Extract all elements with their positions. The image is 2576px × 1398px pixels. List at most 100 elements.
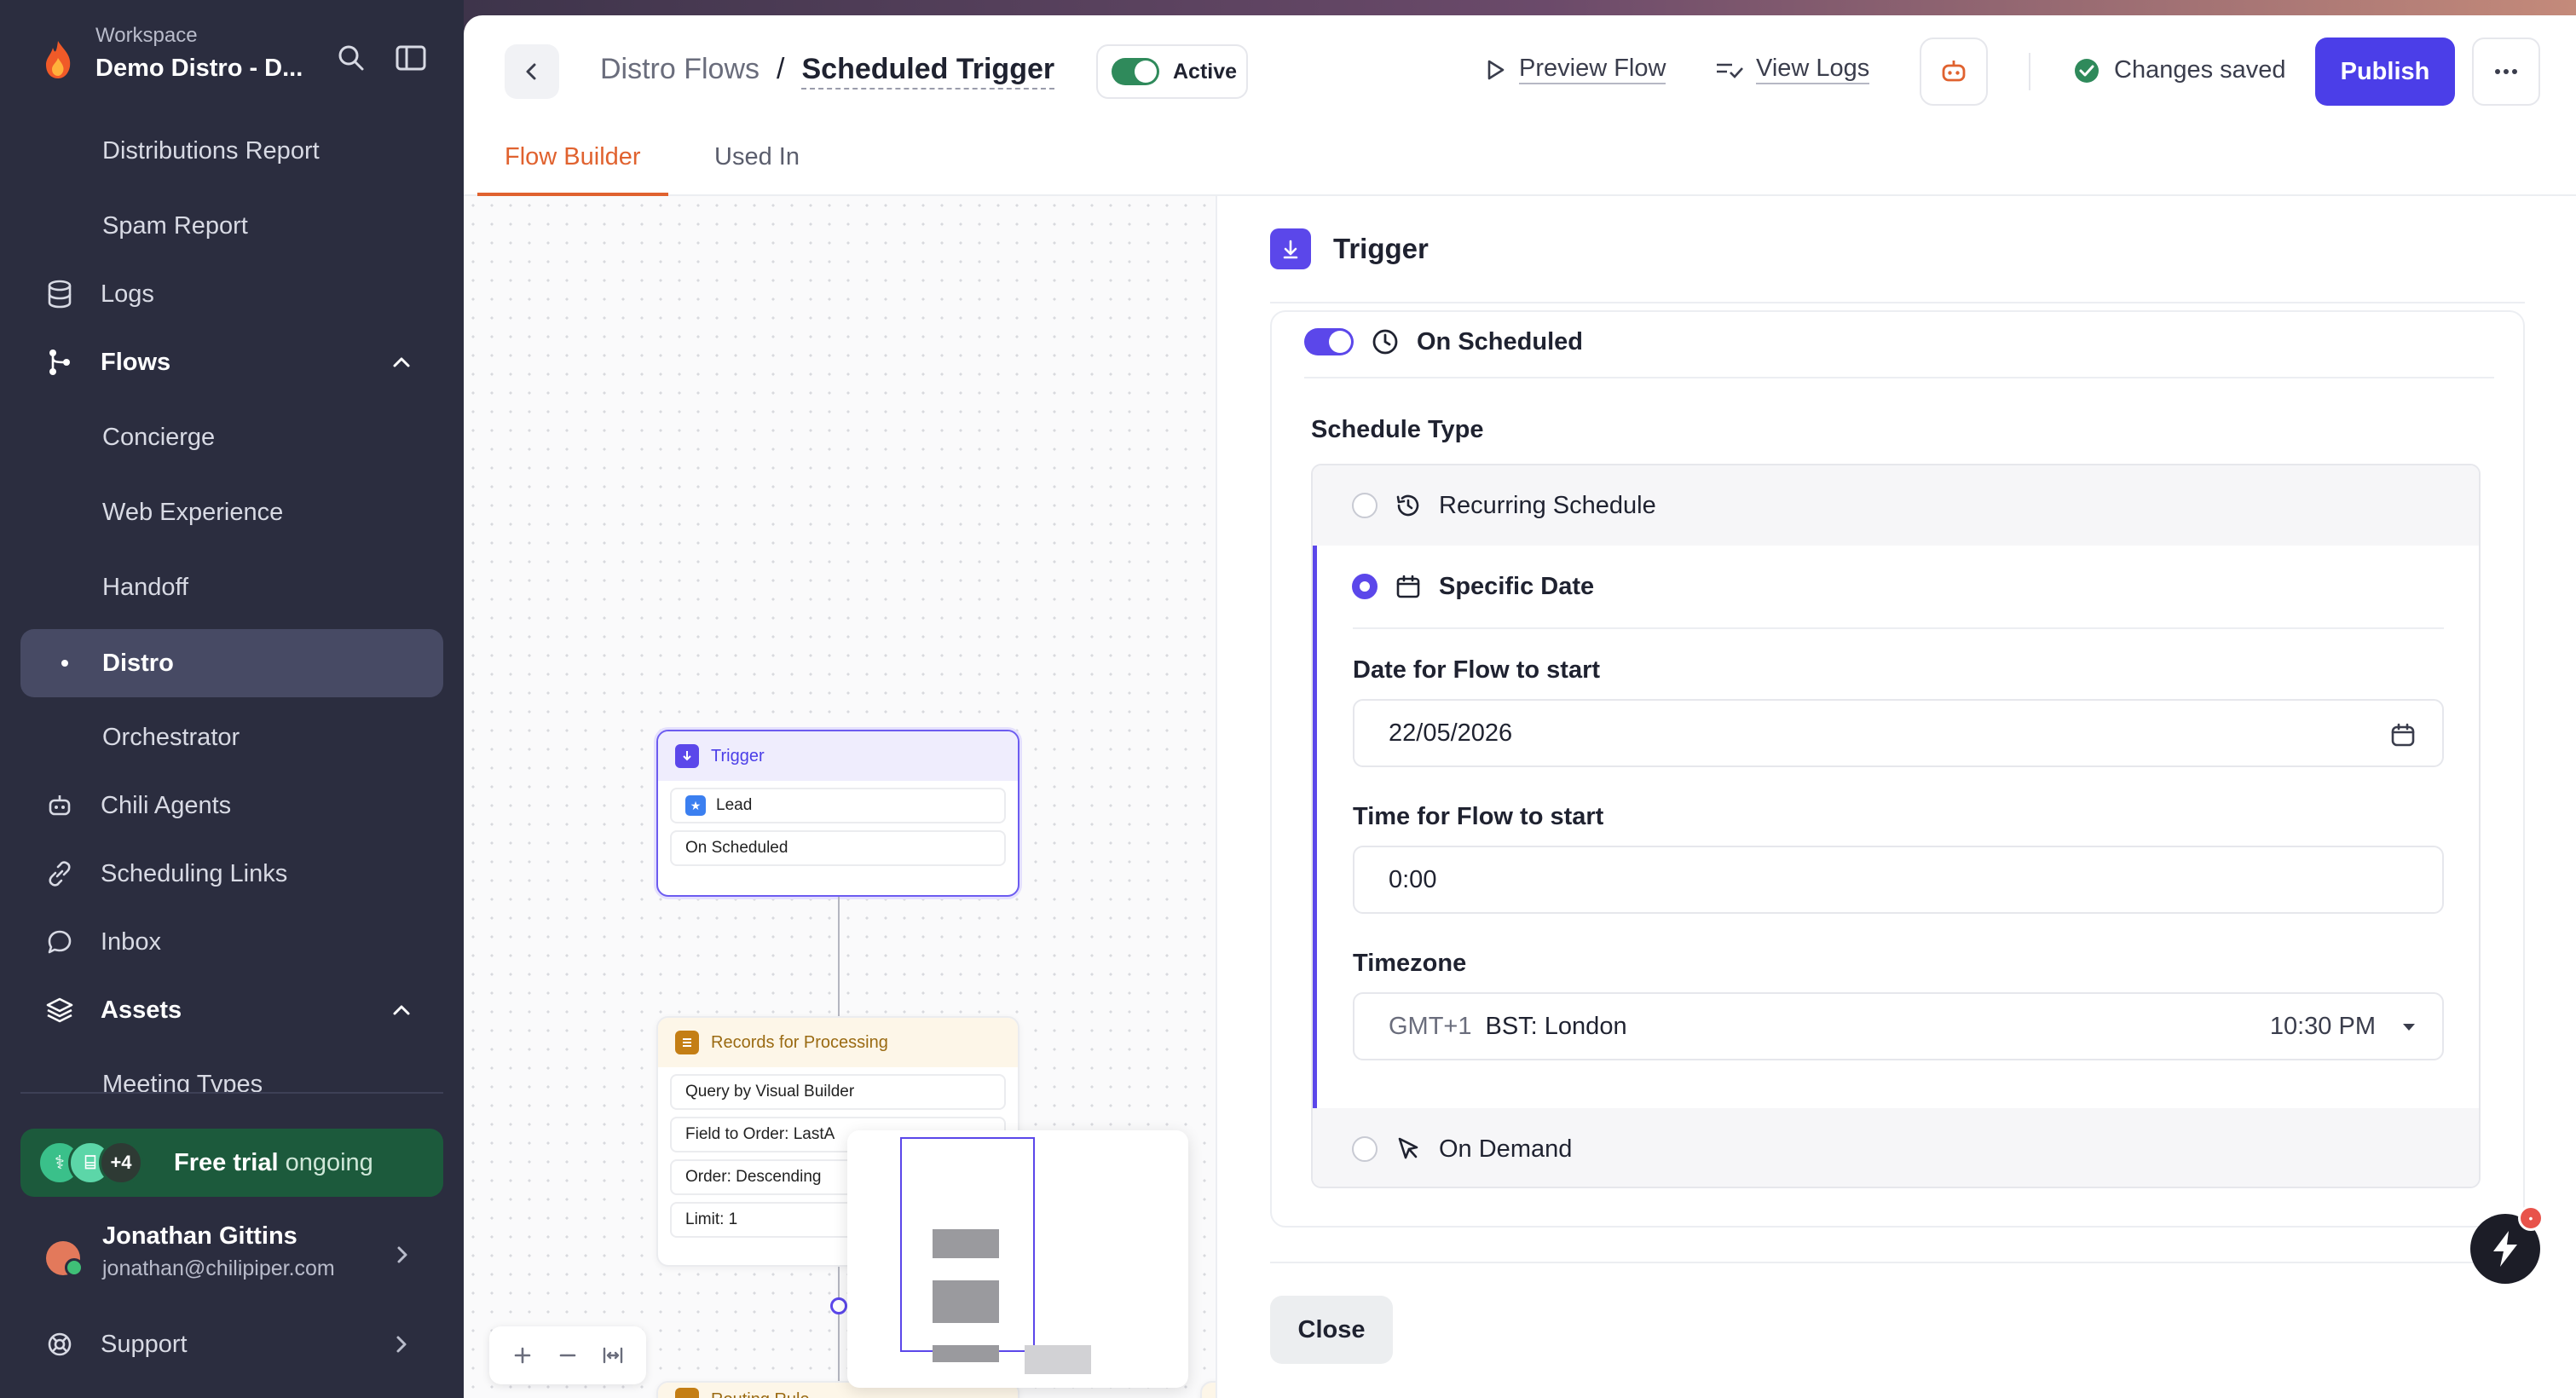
preview-flow-label: Preview Flow xyxy=(1519,55,1666,84)
sidebar-item-inbox[interactable]: Inbox xyxy=(20,909,443,975)
sidebar-toggle-icon[interactable] xyxy=(394,43,428,73)
sidebar-item-chili-agents[interactable]: Chili Agents xyxy=(20,772,443,839)
sidebar-item-label: Assets xyxy=(101,996,182,1024)
view-logs-label: View Logs xyxy=(1756,55,1870,84)
sidebar-item-support[interactable]: Support xyxy=(20,1311,443,1378)
list-check-icon xyxy=(1717,63,1743,78)
node-title: Records for Processing xyxy=(711,1032,888,1052)
sidebar-item-meeting-types[interactable]: Meeting Types xyxy=(20,1052,443,1093)
sidebar-item-distro[interactable]: Distro xyxy=(20,629,443,697)
node-row-label: Lead xyxy=(716,796,753,814)
option-specific-date[interactable]: Specific Date xyxy=(1317,546,2479,627)
more-options-button[interactable] xyxy=(2472,38,2540,106)
workspace-name: Demo Distro - D... xyxy=(95,55,303,82)
date-field-label: Date for Flow to start xyxy=(1353,656,1601,684)
sidebar-item-label: Logs xyxy=(101,280,154,308)
sidebar-item-web-experience[interactable]: Web Experience xyxy=(20,479,443,546)
top-bar: Distro Flows / Scheduled Trigger Active … xyxy=(464,15,2576,119)
time-input[interactable]: 0:00 xyxy=(1353,846,2444,914)
sidebar-item-scheduling-links[interactable]: Scheduling Links xyxy=(20,841,443,907)
history-icon xyxy=(1396,494,1419,517)
sidebar-item-logs[interactable]: Logs xyxy=(20,261,443,327)
avatar xyxy=(46,1241,84,1277)
sidebar-item-label: Chili Agents xyxy=(101,791,232,819)
flow-name-title[interactable]: Scheduled Trigger xyxy=(801,53,1055,90)
trigger-node[interactable]: Trigger ★ Lead On Scheduled xyxy=(656,730,1019,897)
timezone-select[interactable]: GMT+1 BST: London 10:30 PM xyxy=(1353,992,2444,1060)
sidebar-item-label: Support xyxy=(101,1330,188,1358)
active-dot-icon xyxy=(61,660,68,667)
node-header: Records for Processing xyxy=(658,1018,1018,1067)
node-title: Trigger xyxy=(711,746,765,765)
breadcrumb: Distro Flows / Scheduled Trigger xyxy=(600,53,1055,90)
add-step-handle[interactable] xyxy=(830,1297,847,1314)
canvas-minimap[interactable] xyxy=(847,1130,1188,1388)
node-title: Routing Rule xyxy=(711,1390,810,1398)
timezone-field-label: Timezone xyxy=(1353,950,1467,977)
option-label: Recurring Schedule xyxy=(1439,491,1656,519)
sidebar-item-flows[interactable]: Flows xyxy=(20,329,443,396)
link-icon xyxy=(43,857,77,891)
node-connector xyxy=(838,897,840,1021)
breadcrumb-parent[interactable]: Distro Flows xyxy=(600,53,760,90)
sidebar-item-handoff[interactable]: Handoff xyxy=(20,554,443,621)
date-input[interactable]: 22/05/2026 xyxy=(1353,699,2444,767)
sidebar-item-label: Handoff xyxy=(102,573,189,601)
schedule-type-label: Schedule Type xyxy=(1311,416,1484,443)
chevron-up-icon[interactable] xyxy=(389,997,414,1023)
radio-on-demand[interactable] xyxy=(1352,1136,1378,1162)
option-label: Specific Date xyxy=(1439,572,1595,600)
status-toggle[interactable]: Active xyxy=(1096,44,1248,99)
tab-bar: Flow Builder Used In xyxy=(464,135,2576,196)
active-toggle-switch[interactable] xyxy=(1112,58,1159,85)
back-button[interactable] xyxy=(505,44,559,99)
option-recurring-schedule[interactable]: Recurring Schedule xyxy=(1313,465,2479,546)
search-icon[interactable] xyxy=(334,41,368,75)
more-horizontal-icon xyxy=(2495,69,2517,74)
sidebar-item-orchestrator[interactable]: Orchestrator xyxy=(20,704,443,771)
zoom-out-icon[interactable] xyxy=(557,1344,579,1366)
free-trial-text: Free trial ongoing xyxy=(174,1149,373,1177)
trigger-event-label: On Scheduled xyxy=(1417,327,1583,355)
close-button[interactable]: Close xyxy=(1270,1296,1393,1364)
user-profile[interactable]: Jonathan Gittins jonathan@chilipiper.com xyxy=(20,1216,443,1292)
node-connector xyxy=(838,1267,840,1395)
free-trial-banner[interactable]: ⚕ ⌸ +4 Free trial ongoing xyxy=(20,1129,443,1197)
node-row: ★ Lead xyxy=(670,788,1006,823)
chat-icon xyxy=(43,925,77,959)
panel-divider xyxy=(1270,302,2525,303)
radio-recurring-schedule[interactable] xyxy=(1352,493,1378,518)
publish-button[interactable]: Publish xyxy=(2315,38,2455,106)
free-trial-title: Free trial xyxy=(174,1149,279,1176)
cursor-click-icon xyxy=(1398,1137,1418,1159)
minimap-node xyxy=(933,1229,999,1258)
node-row: On Scheduled xyxy=(670,830,1006,866)
routing-node-partial[interactable] xyxy=(1200,1381,1216,1398)
zoom-in-icon[interactable] xyxy=(511,1344,534,1366)
view-logs-link[interactable]: View Logs xyxy=(1715,55,1870,84)
tab-used-in[interactable]: Used In xyxy=(687,143,827,196)
sidebar-item-spam-report[interactable]: Spam Report xyxy=(20,193,443,259)
breadcrumb-separator: / xyxy=(777,53,785,85)
star-icon: ★ xyxy=(685,795,706,816)
panel-title: Trigger xyxy=(1333,233,1429,264)
free-trial-status: ongoing xyxy=(285,1149,373,1176)
option-on-demand[interactable]: On Demand xyxy=(1313,1108,2479,1187)
flow-canvas[interactable]: Trigger ★ Lead On Scheduled Records for … xyxy=(464,196,1216,1398)
sidebar-divider xyxy=(20,1092,443,1094)
main-window: Distro Flows / Scheduled Trigger Active … xyxy=(464,15,2576,1398)
fit-view-icon[interactable] xyxy=(602,1344,624,1366)
ai-assistant-button[interactable] xyxy=(1920,38,1988,106)
chevron-up-icon[interactable] xyxy=(389,350,414,375)
radio-specific-date[interactable] xyxy=(1352,574,1378,599)
preview-flow-link[interactable]: Preview Flow xyxy=(1483,55,1666,84)
minimap-node xyxy=(933,1280,999,1323)
chevron-right-icon xyxy=(396,1336,407,1353)
trigger-enabled-toggle[interactable] xyxy=(1304,328,1354,355)
sidebar-item-distributions-report[interactable]: Distributions Report xyxy=(20,118,443,184)
workspace-switcher[interactable]: Workspace Demo Distro - D... xyxy=(34,17,443,94)
sidebar-item-assets[interactable]: Assets xyxy=(20,977,443,1043)
calendar-picker-icon[interactable] xyxy=(2389,721,2417,748)
sidebar-item-concierge[interactable]: Concierge xyxy=(20,404,443,471)
tab-flow-builder[interactable]: Flow Builder xyxy=(477,143,668,196)
